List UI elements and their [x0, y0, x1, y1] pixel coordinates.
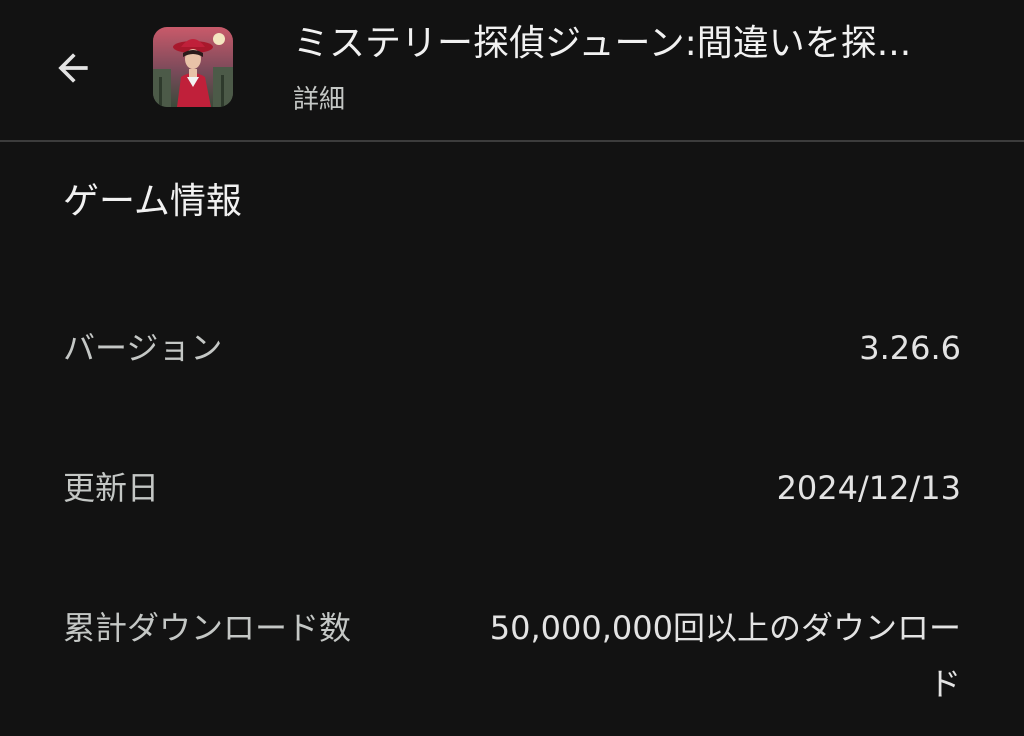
- header-divider: [0, 140, 1024, 142]
- row-label: バージョン: [63, 329, 223, 367]
- top-app-bar: ミステリー探偵ジューン:間違いを探... 詳細: [0, 0, 1024, 140]
- row-value: 2024/12/13: [776, 469, 961, 507]
- arrow-left-icon: [58, 53, 88, 83]
- section-title: ゲーム情報: [63, 181, 242, 222]
- row-label: 累計ダウンロード数: [63, 609, 352, 647]
- row-value: 50,000,000回以上のダウンロード: [489, 609, 961, 703]
- app-title: ミステリー探偵ジューン:間違いを探...: [293, 23, 912, 64]
- back-button[interactable]: [43, 38, 103, 98]
- page-subtitle: 詳細: [293, 85, 346, 115]
- row-label: 更新日: [63, 469, 160, 507]
- app-icon: [153, 27, 233, 107]
- row-value: 3.26.6: [859, 329, 961, 367]
